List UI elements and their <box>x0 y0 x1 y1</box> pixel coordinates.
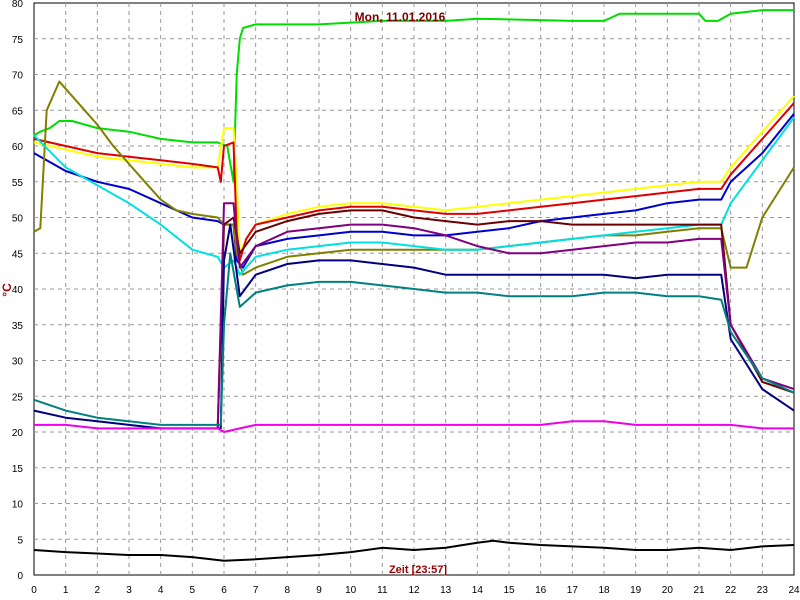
x-tick-label: 21 <box>693 585 705 596</box>
x-tick-label: 16 <box>535 585 547 596</box>
x-tick-label: 5 <box>190 585 196 596</box>
x-tick-label: 9 <box>316 585 322 596</box>
x-tick-label: 7 <box>253 585 259 596</box>
x-tick-label: 6 <box>221 585 227 596</box>
x-tick-label: 3 <box>126 585 132 596</box>
x-tick-label: 18 <box>598 585 610 596</box>
y-tick-label: 25 <box>12 392 24 403</box>
y-tick-label: 20 <box>12 428 24 439</box>
y-tick-label: 70 <box>12 71 24 82</box>
x-axis-label: Zeit [23:57] <box>389 564 447 576</box>
x-tick-label: 13 <box>440 585 452 596</box>
y-tick-label: 60 <box>12 142 24 153</box>
x-tick-label: 22 <box>725 585 737 596</box>
y-tick-label: 50 <box>12 214 24 225</box>
x-tick-label: 20 <box>662 585 674 596</box>
temperature-chart: 0 1 2 3 4 5 6 7 8 9 10 11 12 13 14 15 16 17 18 19 20 21 22 23 24… <box>0 0 800 596</box>
x-tick-label: 0 <box>31 585 37 596</box>
chart-title: Mon, 11.01.2016 <box>355 10 446 24</box>
x-tick-label: 14 <box>472 585 484 596</box>
y-tick-label: 55 <box>12 178 24 189</box>
y-tick-label: 10 <box>12 500 24 511</box>
y-tick-label: 30 <box>12 357 24 368</box>
y-tick-label: 5 <box>17 535 23 546</box>
x-tick-label: 17 <box>567 585 579 596</box>
x-tick-label: 24 <box>788 585 800 596</box>
x-tick-label: 19 <box>630 585 642 596</box>
x-tick-label: 4 <box>158 585 164 596</box>
x-tick-label: 11 <box>377 585 388 596</box>
y-tick-label: 65 <box>12 106 24 117</box>
y-tick-label: 80 <box>12 0 24 10</box>
y-tick-label: 75 <box>12 35 24 46</box>
y-axis-label: °C <box>0 283 14 297</box>
y-tick-label: 15 <box>12 464 24 475</box>
x-tick-label: 15 <box>503 585 515 596</box>
y-tick-label: 0 <box>17 571 23 582</box>
x-tick-label: 1 <box>63 585 69 596</box>
x-tick-label: 12 <box>408 585 420 596</box>
y-tick-label: 45 <box>12 249 24 260</box>
x-tick-label: 8 <box>285 585 291 596</box>
x-tick-label: 2 <box>95 585 101 596</box>
x-tick-labels: 0 1 2 3 4 5 6 7 8 9 10 11 12 13 14 15 16 17 18 19 20 21 22 23 24 <box>31 585 800 596</box>
x-tick-label: 10 <box>345 585 357 596</box>
x-tick-label: 23 <box>757 585 769 596</box>
y-tick-label: 35 <box>12 321 24 332</box>
